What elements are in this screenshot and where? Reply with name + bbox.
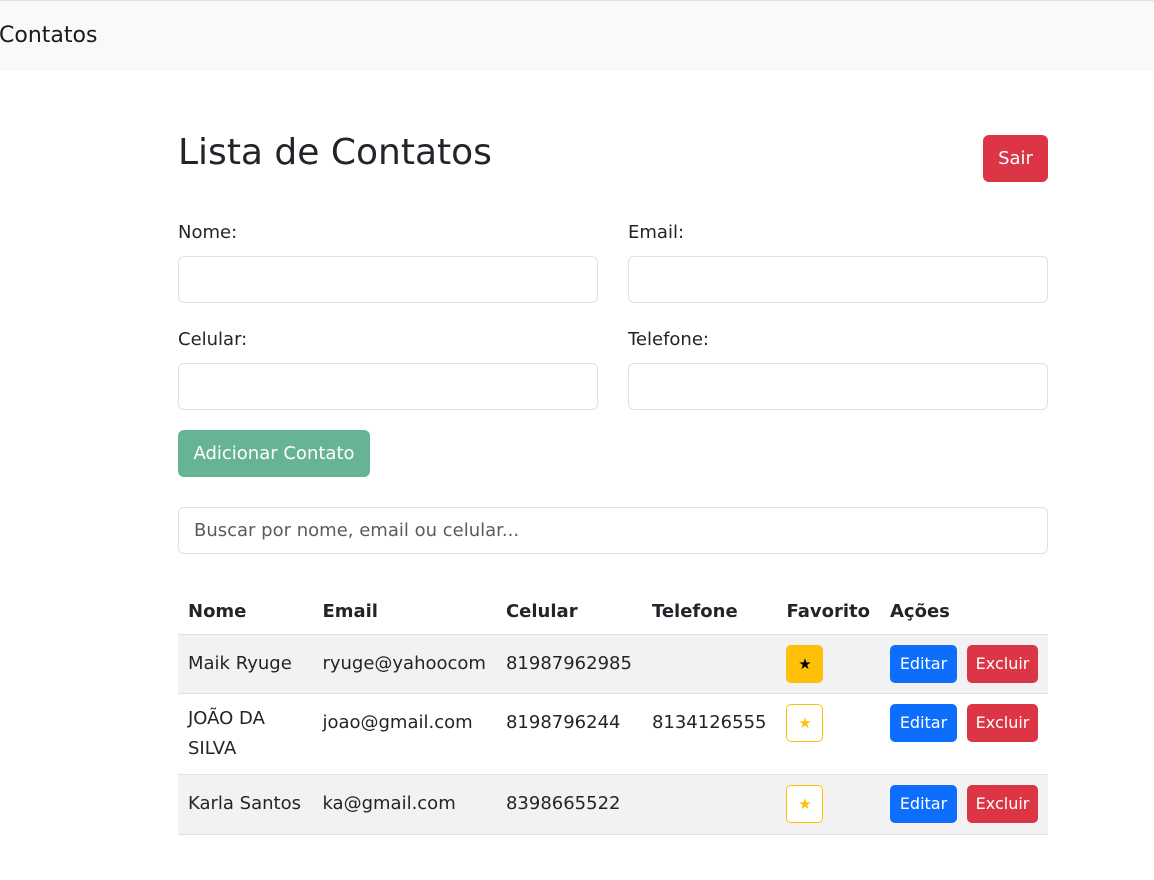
- cell-nome: Maik Ryuge: [178, 634, 313, 694]
- header-telefone: Telefone: [641, 590, 777, 635]
- cell-favorito: ★: [776, 774, 880, 835]
- header-acoes: Ações: [880, 590, 1048, 635]
- cell-email: ryuge@yahoocom: [312, 634, 496, 694]
- cell-telefone: [641, 634, 777, 694]
- header-email: Email: [312, 590, 496, 635]
- header-nome: Nome: [178, 590, 313, 635]
- contacts-table: Nome Email Celular Telefone Favorito Açõ…: [178, 590, 1048, 835]
- table-header-row: Nome Email Celular Telefone Favorito Açõ…: [178, 590, 1048, 635]
- table-row: JOÃO DA SILVA joao@gmail.com 8198796244 …: [178, 693, 1048, 775]
- celular-label: Celular:: [178, 329, 248, 350]
- cell-telefone: 8134126555: [641, 693, 777, 775]
- cell-acoes: Editar Excluir: [880, 774, 1048, 835]
- logout-button[interactable]: Sair: [983, 135, 1048, 182]
- table-row: Karla Santos ka@gmail.com 8398665522 ★ E…: [178, 774, 1048, 835]
- delete-button[interactable]: Excluir: [967, 703, 1038, 742]
- edit-button[interactable]: Editar: [890, 703, 957, 742]
- cell-favorito: ★: [776, 693, 880, 775]
- cell-celular: 8398665522: [495, 774, 642, 835]
- edit-button[interactable]: Editar: [890, 785, 957, 823]
- telefone-input[interactable]: [628, 363, 1048, 410]
- page-title: Lista de Contatos: [178, 132, 492, 173]
- search-input[interactable]: Buscar por nome, email ou celular...: [178, 507, 1048, 554]
- celular-input[interactable]: [178, 363, 598, 410]
- cell-email: joao@gmail.com: [312, 693, 496, 775]
- cell-nome: JOÃO DA SILVA: [178, 693, 313, 775]
- cell-celular: 8198796244: [495, 693, 642, 775]
- table-row: Maik Ryuge ryuge@yahoocom 81987962985 ★ …: [178, 634, 1048, 694]
- cell-nome: Karla Santos: [178, 774, 313, 835]
- cell-celular: 81987962985: [495, 634, 642, 694]
- cell-acoes: Editar Excluir: [880, 693, 1048, 775]
- delete-button[interactable]: Excluir: [967, 785, 1038, 823]
- cell-email: ka@gmail.com: [312, 774, 496, 835]
- email-label: Email:: [628, 222, 685, 243]
- email-input[interactable]: [628, 256, 1048, 303]
- nome-input[interactable]: [178, 256, 598, 303]
- delete-button[interactable]: Excluir: [967, 644, 1038, 683]
- telefone-label: Telefone:: [628, 329, 709, 350]
- header-favorito: Favorito: [776, 590, 880, 635]
- cell-telefone: [641, 774, 777, 835]
- add-contact-button[interactable]: Adicionar Contato: [178, 430, 370, 477]
- navbar-brand[interactable]: Contatos: [0, 23, 97, 48]
- nome-label: Nome:: [178, 222, 238, 243]
- cell-acoes: Editar Excluir: [880, 634, 1048, 694]
- favorite-star-icon[interactable]: ★: [786, 785, 824, 823]
- cell-favorito: ★: [776, 634, 880, 694]
- favorite-star-icon[interactable]: ★: [786, 644, 824, 683]
- navbar: Contatos: [0, 0, 1154, 71]
- edit-button[interactable]: Editar: [890, 644, 957, 683]
- header-celular: Celular: [495, 590, 642, 635]
- favorite-star-icon[interactable]: ★: [786, 703, 824, 742]
